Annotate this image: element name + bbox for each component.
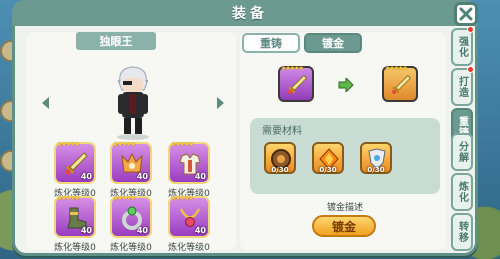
tab-recast[interactable]: 重铸 xyxy=(242,33,300,53)
window-title: 装备 xyxy=(232,6,268,22)
rarity-stars: ★★★★★ xyxy=(171,141,194,148)
rarity-stars: ★★★★★ xyxy=(113,141,136,148)
notification-dot xyxy=(467,26,474,33)
material-count: 0/30 xyxy=(319,166,337,174)
refine-level-label: 炼化等级0 xyxy=(54,243,96,253)
equipment-level: 40 xyxy=(136,172,148,181)
equipment-slot[interactable]: ★★★★★ 40 xyxy=(168,195,210,238)
equipment-slot[interactable]: ★★★★★ 40 xyxy=(168,141,210,184)
hero-name: 独眼王 xyxy=(76,32,156,50)
material-slot[interactable]: 0/30 xyxy=(264,142,296,174)
tab-gild[interactable]: 镀金 xyxy=(304,33,362,53)
sword-icon xyxy=(288,74,308,94)
equipment-level: 40 xyxy=(194,172,206,181)
close-icon xyxy=(459,7,473,21)
materials-title: 需要材料 xyxy=(262,126,302,137)
material-slot[interactable]: 0/30 xyxy=(360,142,392,174)
side-tab-refine[interactable]: 炼化 xyxy=(451,173,473,211)
material-count: 0/30 xyxy=(367,166,385,174)
side-tab-dismantle[interactable]: 分解 xyxy=(451,133,473,171)
rarity-stars: ★★★★★ xyxy=(57,195,80,202)
equipment-level: 40 xyxy=(136,226,148,235)
close-button[interactable] xyxy=(454,2,478,26)
source-item: ★★★★★ xyxy=(278,65,314,102)
notification-dot xyxy=(467,66,474,73)
material-slot[interactable]: 0/30 xyxy=(312,142,344,174)
arrow-right-icon xyxy=(338,78,354,92)
next-hero-arrow-icon[interactable] xyxy=(216,96,226,110)
rarity-stars: ★★★★★ xyxy=(57,141,80,148)
equipment-slot[interactable]: ★★★★★ 40 xyxy=(110,195,152,238)
equipment-slot[interactable]: ★★★★★ 40 xyxy=(110,141,152,184)
sword-icon xyxy=(392,74,412,94)
rarity-stars: ★★★★★ xyxy=(171,195,194,202)
rarity-stars: ★★★★★ xyxy=(385,65,408,72)
side-tab-forge[interactable]: 打造 xyxy=(451,68,473,106)
rarity-stars: ★★★★★ xyxy=(113,195,136,202)
previous-hero-arrow-icon[interactable] xyxy=(40,96,50,110)
equipment-slot[interactable]: ★★★★★ 40 xyxy=(54,195,96,238)
equipment-level: 40 xyxy=(80,226,92,235)
side-tab-transfer[interactable]: 转移 xyxy=(451,213,473,251)
refine-level-label: 炼化等级0 xyxy=(168,243,210,253)
refine-level-label: 炼化等级0 xyxy=(110,243,152,253)
equipment-level: 40 xyxy=(80,172,92,181)
equipment-slot[interactable]: ★★★★★ 40 xyxy=(54,141,96,184)
gild-description: 镀金描述 xyxy=(326,203,363,213)
result-item: ★★★★★ xyxy=(382,65,418,102)
equipment-level: 40 xyxy=(194,226,206,235)
material-count: 0/30 xyxy=(271,166,289,174)
rarity-stars: ★★★★★ xyxy=(281,65,304,72)
hero-avatar xyxy=(117,66,149,140)
gild-button[interactable]: 镀金 xyxy=(312,215,376,237)
side-tab-enhance[interactable]: 强化 xyxy=(451,28,473,66)
